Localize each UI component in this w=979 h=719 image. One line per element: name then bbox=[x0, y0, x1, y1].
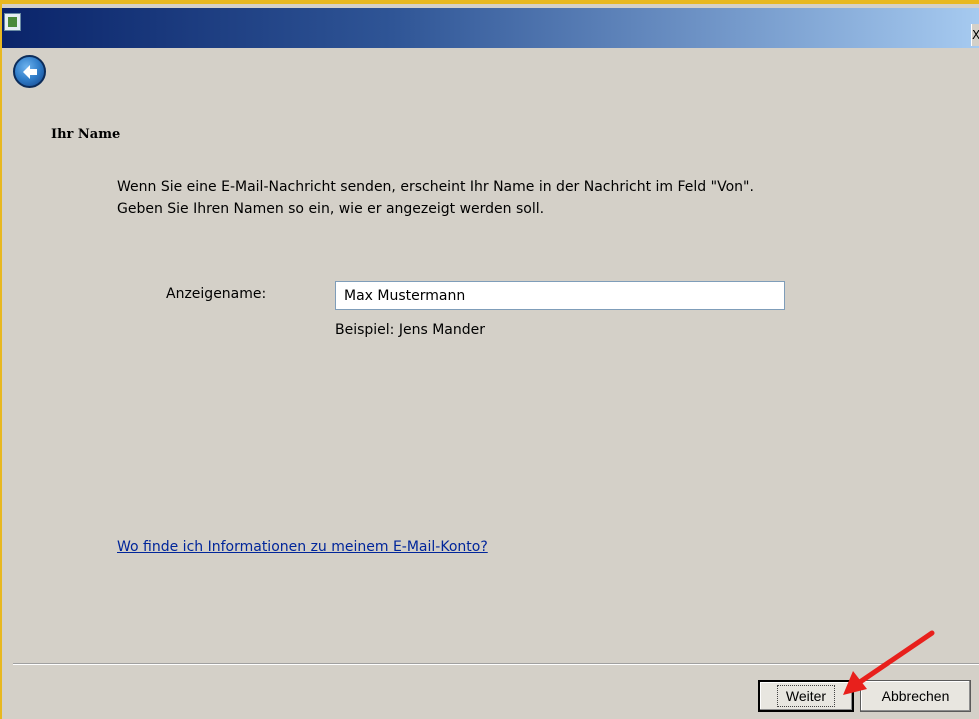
red-arrow-annotation bbox=[843, 630, 935, 695]
back-button[interactable] bbox=[13, 55, 46, 88]
title-bar[interactable]: X bbox=[2, 8, 979, 48]
back-arrow-icon bbox=[23, 65, 37, 79]
arrow-head bbox=[843, 671, 867, 695]
app-icon bbox=[4, 13, 21, 31]
display-name-input[interactable] bbox=[335, 281, 785, 310]
page-description: Wenn Sie eine E-Mail-Nachricht senden, e… bbox=[117, 179, 754, 217]
close-icon[interactable]: X bbox=[971, 24, 979, 46]
display-name-example: Beispiel: Jens Mander bbox=[335, 322, 485, 338]
arrow-shaft bbox=[854, 630, 935, 687]
page-heading: Ihr Name bbox=[51, 127, 121, 142]
email-account-help-link[interactable]: Wo finde ich Informationen zu meinem E-M… bbox=[117, 539, 488, 555]
wizard-window: X Ihr Name Wenn Sie eine E-Mail-Nachrich… bbox=[0, 0, 979, 719]
display-name-label: Anzeigename: bbox=[166, 286, 267, 302]
